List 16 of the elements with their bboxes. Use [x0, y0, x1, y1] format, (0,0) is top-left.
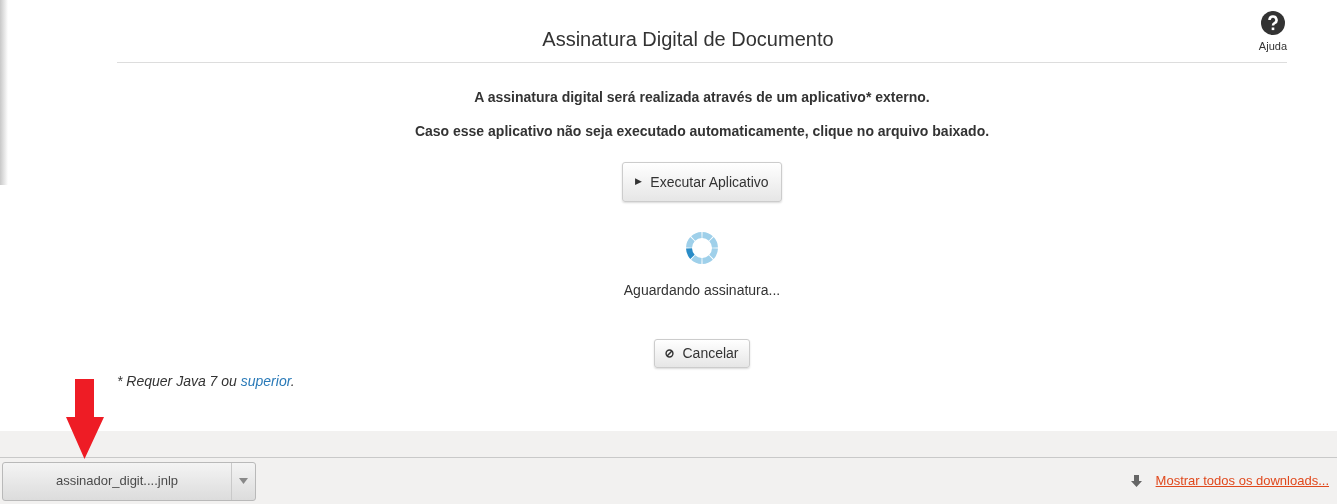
help-icon [1260, 11, 1285, 35]
instruction-text: Caso esse aplicativo não seja executado automaticamente, clique no arquivo baixado. [414, 123, 990, 139]
caret-icon[interactable] [239, 478, 248, 484]
instruction-text: A assinatura digital será realizada através de um aplicativo* externo. [474, 89, 930, 105]
ban-icon [665, 349, 675, 358]
page-title: Assinatura Digital de Documento [542, 27, 834, 52]
download-item[interactable]: assinador_digit....jnlp [2, 461, 256, 501]
download-icon [1130, 475, 1142, 487]
status-text: Aguardando assinatura... [623, 281, 781, 300]
footnote-text: * Requer Java 7 ou superior. [117, 372, 296, 391]
cancel-button[interactable]: Cancelar [654, 339, 750, 368]
superior-link[interactable]: superior [240, 373, 291, 389]
help-button[interactable]: Ajuda [1258, 0, 1287, 55]
show-all-downloads-link[interactable]: Mostrar todos os downloads... [1155, 471, 1329, 491]
run-app-button[interactable]: ▶ Executar Aplicativo [622, 162, 782, 202]
spinner-icon [685, 231, 719, 265]
